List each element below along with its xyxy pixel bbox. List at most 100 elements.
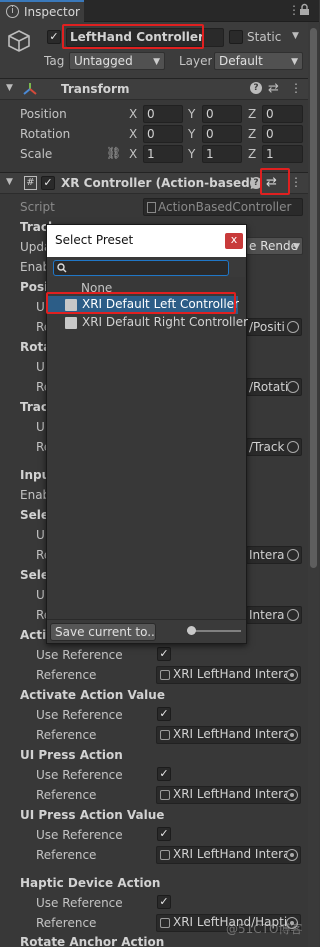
save-current-button[interactable]: Save current to... (50, 623, 156, 641)
help-icon[interactable]: ? (250, 82, 262, 94)
object-picker-icon[interactable] (286, 669, 298, 681)
lock-icon[interactable] (299, 3, 310, 16)
gameobject-cube-icon (6, 28, 32, 54)
chevron-down-icon: ▼ (153, 57, 160, 67)
reference-label: Reference (36, 668, 97, 682)
position-reference-value: /Positi (249, 320, 285, 334)
section-title: UI Press Action Value (20, 808, 165, 822)
scale-z-field[interactable]: 1 (262, 145, 303, 163)
tag-dropdown[interactable]: Untagged ▼ (69, 52, 165, 70)
rotation-reference-field[interactable]: /Rotati (246, 378, 302, 396)
position-z-field[interactable]: 0 (262, 105, 303, 123)
axis-x-label: X (129, 127, 138, 141)
preset-item-right-controller[interactable]: XRI Default Right Controller (48, 314, 249, 332)
foldout-arrow-icon[interactable]: ▼ (6, 83, 13, 93)
transform-header[interactable]: ▼ Transform ? ⇄ ⋮ (0, 78, 308, 100)
use-reference-checkbox[interactable]: ✓ (157, 895, 171, 909)
use-reference-checkbox[interactable]: ✓ (157, 827, 171, 841)
section-title: UI Press Action (20, 748, 123, 762)
xr-controller-title: XR Controller (Action-based) (61, 176, 256, 190)
script-hash-icon: # (24, 176, 37, 190)
object-picker-icon[interactable] (286, 789, 298, 801)
peek-label: Sele (20, 508, 50, 522)
use-reference-checkbox[interactable]: ✓ (157, 707, 171, 721)
select-value-reference-field[interactable]: Intera (246, 606, 302, 624)
tracking-reference-field[interactable]: /Track (246, 438, 302, 456)
highlight-left-controller (46, 292, 236, 314)
use-reference-label: Use Reference (36, 896, 123, 910)
preset-item-label: XRI Default Right Controller (82, 315, 249, 329)
active-checkbox[interactable]: ✓ (47, 30, 61, 44)
popup-close-button[interactable]: x (225, 233, 243, 249)
section-title-rotate-anchor: Rotate Anchor Action (20, 935, 165, 947)
popup-titlebar: Select Preset x (47, 225, 246, 257)
update-tracking-value: e Rende (249, 239, 298, 253)
layer-dropdown[interactable]: Default ▼ (214, 52, 303, 70)
rotation-x-field[interactable]: 0 (143, 125, 183, 143)
peek-label: Posi (20, 280, 49, 294)
info-icon: i (6, 5, 19, 18)
section-title: Haptic Device Action (20, 876, 161, 890)
use-reference-checkbox[interactable]: ✓ (157, 767, 171, 781)
static-checkbox[interactable] (229, 30, 243, 44)
link-scale-icon[interactable]: ⛓ (106, 146, 121, 160)
input-action-icon (160, 730, 170, 740)
position-x-field[interactable]: 0 (143, 105, 183, 123)
axis-y-label: Y (188, 107, 196, 121)
search-input[interactable] (53, 260, 229, 276)
peek-label: U (36, 588, 45, 602)
popup-search-bar (50, 259, 245, 277)
axis-x-label: X (129, 107, 138, 121)
tab-inspector-label: Inspector (24, 5, 80, 19)
reference-value: XRI LeftHand Intera (173, 787, 291, 801)
slider-thumb[interactable] (187, 626, 196, 635)
script-value: ActionBasedController (158, 200, 292, 214)
scrollbar-thumb[interactable] (310, 28, 317, 568)
select-preset-popup: Select Preset x None XRI Default Left Co… (46, 224, 249, 644)
section-title: Activate Action Value (20, 688, 165, 702)
reference-label: Reference (36, 916, 97, 930)
search-icon (57, 262, 67, 273)
object-picker-icon[interactable] (287, 381, 299, 393)
peek-label: U (36, 360, 45, 374)
scale-label: Scale (20, 147, 53, 161)
peek-label: U (36, 528, 45, 542)
preset-icon[interactable]: ⇄ (268, 81, 279, 96)
component-enabled-checkbox[interactable]: ✓ (41, 176, 55, 190)
reference-value: XRI LeftHand Intera (173, 727, 291, 741)
reference-value: XRI LeftHand Intera (173, 847, 291, 861)
object-picker-icon[interactable] (287, 321, 299, 333)
use-reference-checkbox[interactable]: ✓ (157, 647, 171, 661)
static-dropdown-icon[interactable]: ▼ (292, 31, 299, 41)
update-tracking-dropdown[interactable]: e Rende ▼ (246, 237, 303, 255)
reference-field[interactable]: XRI LeftHand Intera (156, 726, 301, 744)
activate-reference-field[interactable]: XRI LeftHand Intera (156, 666, 301, 684)
layer-value: Default (219, 54, 263, 68)
object-picker-icon[interactable] (286, 849, 298, 861)
select-reference-field[interactable]: Intera (246, 546, 302, 564)
reference-field[interactable]: XRI LeftHand Intera (156, 786, 301, 804)
watermark: @51CTO博客 (226, 922, 303, 936)
rotation-z-field[interactable]: 0 (262, 125, 303, 143)
kebab-menu-icon[interactable]: ⋮ (290, 81, 302, 95)
reference-field[interactable]: XRI LeftHand Intera (156, 846, 301, 864)
select-value-reference-value: Intera (249, 608, 285, 622)
rotation-y-field[interactable]: 0 (202, 125, 242, 143)
position-reference-field[interactable]: /Positi (246, 318, 302, 336)
object-picker-icon[interactable] (287, 609, 299, 621)
object-picker-icon[interactable] (287, 549, 299, 561)
tab-inspector[interactable]: i Inspector (0, 0, 84, 22)
static-label: Static (247, 30, 282, 44)
highlight-preset-button (260, 168, 290, 195)
input-action-icon (160, 918, 170, 928)
object-picker-icon[interactable] (287, 441, 299, 453)
foldout-arrow-icon[interactable]: ▼ (6, 177, 13, 187)
tag-label: Tag (44, 54, 65, 68)
axis-y-label: Y (188, 127, 196, 141)
axis-y-label: Y (188, 147, 196, 161)
scale-y-field[interactable]: 1 (202, 145, 242, 163)
scale-x-field[interactable]: 1 (143, 145, 183, 163)
object-picker-icon[interactable] (286, 729, 298, 741)
position-y-field[interactable]: 0 (202, 105, 242, 123)
kebab-menu-icon[interactable]: ⋮ (290, 175, 302, 189)
